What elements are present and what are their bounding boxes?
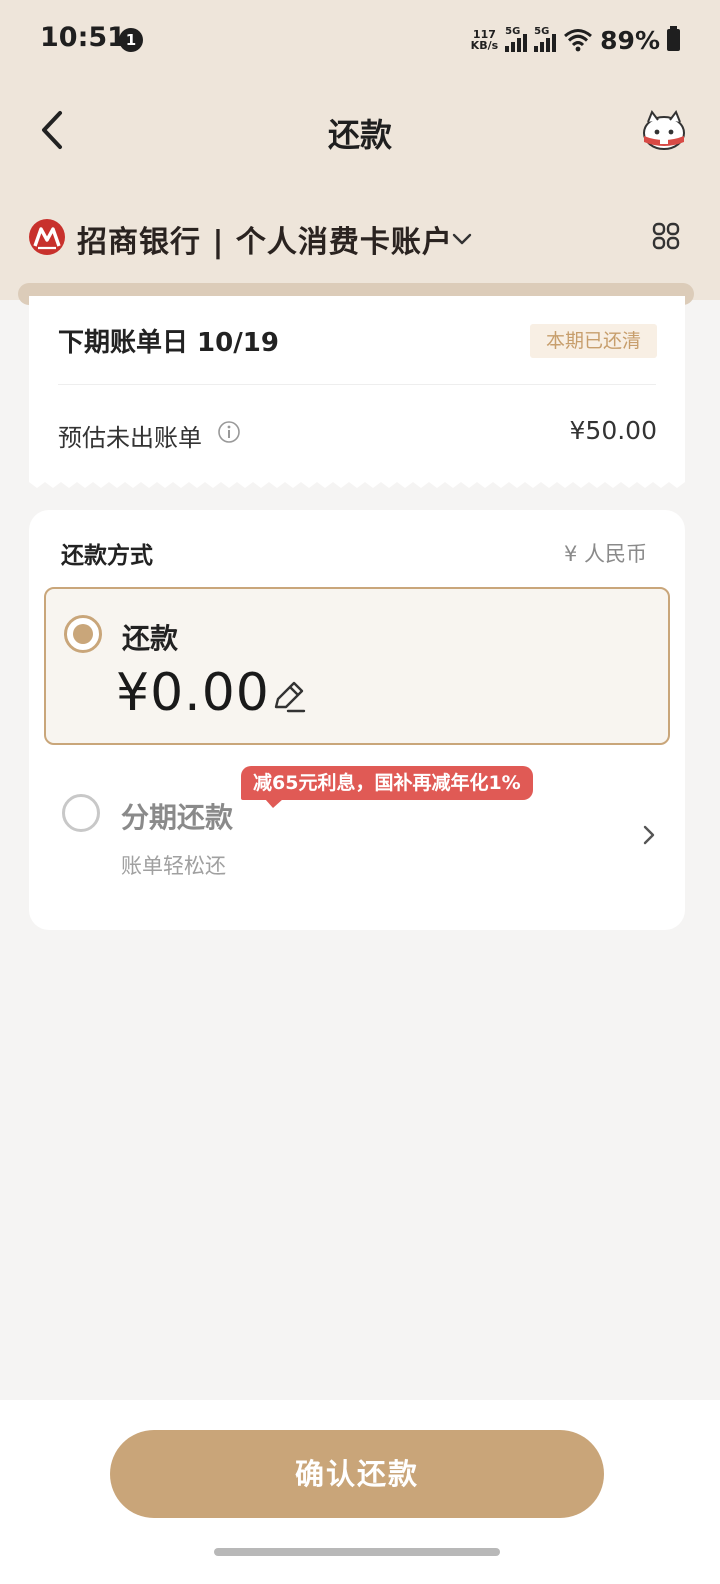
estimate-label: 预估未出账单 — [58, 424, 202, 452]
wifi-icon — [564, 29, 593, 52]
installment-option-label[interactable]: 分期还款 — [121, 796, 233, 836]
status-badge: 本期已还清 — [529, 324, 657, 358]
signal-label-2: 5G — [534, 26, 550, 37]
status-time: 10:51 — [40, 22, 126, 53]
radio-unselected-icon[interactable] — [62, 794, 100, 832]
divider — [58, 384, 656, 385]
mascot-assistant-icon[interactable] — [640, 108, 688, 154]
estimate-amount: ¥50.00 — [569, 416, 657, 445]
apps-grid-icon[interactable] — [652, 222, 680, 250]
repayment-method-title: 还款方式 — [61, 543, 153, 569]
account-selector[interactable]: 招商银行 | 个人消费卡账户 — [77, 217, 453, 261]
battery-percent: 89% — [600, 25, 660, 55]
notification-badge: 1 — [119, 28, 143, 52]
full-repayment-label: 还款 — [122, 622, 179, 655]
info-icon[interactable] — [217, 420, 241, 444]
repayment-page: 10:51 1 117 KB/s 5G 5G 89% 还款 招商银行 | 个人消… — [0, 0, 720, 1584]
next-bill-date: 下期账单日 10/19 — [58, 328, 279, 358]
signal-label-1: 5G — [505, 26, 521, 37]
page-title: 还款 — [327, 116, 392, 154]
radio-selected-icon[interactable] — [64, 615, 102, 653]
repayment-amount: ¥0.00 — [116, 663, 270, 723]
signal-icon-2: 5G — [534, 26, 557, 52]
confirm-repayment-button[interactable]: 确认还款 — [110, 1430, 604, 1518]
chevron-right-icon[interactable] — [639, 822, 659, 848]
status-bar: 10:51 1 117 KB/s 5G 5G 89% — [0, 0, 720, 80]
home-indicator[interactable] — [214, 1548, 500, 1556]
network-speed-unit: KB/s — [470, 39, 499, 52]
battery-icon — [667, 26, 680, 51]
bill-summary-card: 下期账单日 10/19 本期已还清 预估未出账单 ¥50.00 — [29, 296, 685, 482]
cmb-logo-icon — [29, 219, 65, 255]
installment-subtitle: 账单轻松还 — [121, 854, 226, 878]
network-speed: 117 KB/s — [471, 29, 498, 51]
status-indicators: 117 KB/s 5G 5G 89% — [471, 24, 680, 56]
chevron-down-icon[interactable] — [449, 226, 475, 252]
pencil-edit-icon[interactable] — [270, 679, 306, 715]
signal-icon: 5G — [505, 26, 528, 52]
promo-tag: 减65元利息，国补再减年化1% — [241, 766, 533, 808]
repayment-method-card: 还款方式 ¥ 人民币 还款 ¥0.00 减65元利息，国补再减年化1% 分期还款… — [29, 510, 685, 930]
bottom-action-bar: 确认还款 — [0, 1400, 720, 1584]
currency-label: ¥ 人民币 — [563, 542, 647, 566]
full-repayment-option[interactable]: 还款 ¥0.00 — [44, 587, 670, 745]
receipt-zigzag-edge — [29, 476, 685, 488]
